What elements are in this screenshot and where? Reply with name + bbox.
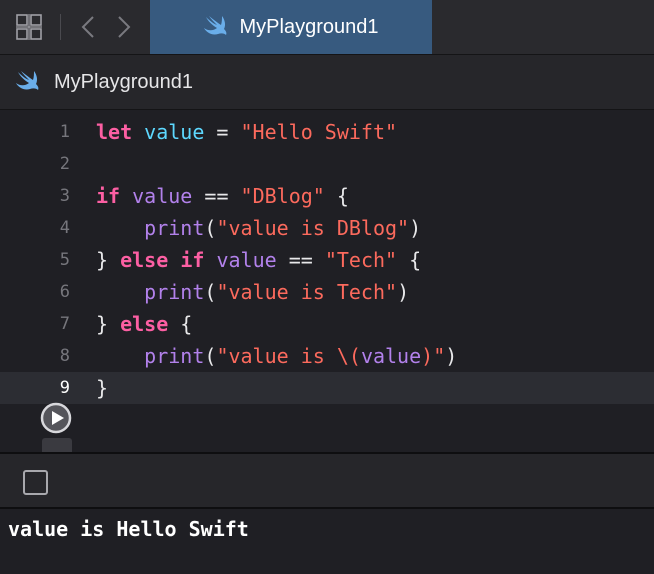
swift-icon xyxy=(16,69,42,96)
code-token: == xyxy=(276,248,325,272)
code-line[interactable]: 9} xyxy=(0,372,654,404)
code-token: "value is DBlog" xyxy=(216,216,410,240)
code-token: ( xyxy=(204,344,217,368)
code-token: "DBlog" xyxy=(240,184,325,208)
code-token: "Hello Swift" xyxy=(240,120,398,144)
code-token: ( xyxy=(204,280,217,304)
code-text: } else if value == "Tech" { xyxy=(96,244,421,276)
console-output: value is Hello Swift xyxy=(8,517,249,541)
code-token: "Tech" xyxy=(324,248,398,272)
code-text: } else { xyxy=(96,308,192,340)
code-token: value xyxy=(360,344,422,368)
line-number: 2 xyxy=(59,154,70,174)
code-line[interactable]: 8 print("value is \(value)") xyxy=(0,340,654,372)
code-token: value xyxy=(144,120,205,144)
code-token: let xyxy=(96,120,133,144)
code-token: ) xyxy=(397,280,410,304)
code-text: let value = "Hello Swift" xyxy=(96,116,397,148)
code-token: ) xyxy=(409,216,422,240)
debug-bar xyxy=(0,452,654,509)
code-token: } xyxy=(96,248,121,272)
breadcrumb: MyPlayground1 xyxy=(0,55,654,110)
code-token: )" xyxy=(421,344,446,368)
code-token: else xyxy=(120,248,169,272)
chevron-left-icon[interactable] xyxy=(78,14,98,40)
code-token: } xyxy=(96,376,109,400)
checkbox-icon[interactable] xyxy=(23,470,48,495)
code-token: print xyxy=(144,280,205,304)
code-line[interactable]: 6 print("value is Tech") xyxy=(0,276,654,308)
code-token: print xyxy=(144,216,205,240)
code-text: } xyxy=(96,372,108,404)
code-line[interactable]: 3 if value == "DBlog" { xyxy=(0,180,654,212)
code-token: == xyxy=(192,184,241,208)
code-token: if xyxy=(180,248,205,272)
code-token: if xyxy=(96,184,121,208)
grid-icon[interactable] xyxy=(16,14,42,40)
tab-bar: MyPlayground1 xyxy=(0,0,654,55)
code-token: } xyxy=(96,312,121,336)
code-text: print("value is \(value)") xyxy=(96,340,457,372)
code-line[interactable]: 1 let value = "Hello Swift" xyxy=(0,116,654,148)
swift-icon xyxy=(203,14,230,41)
code-token: { xyxy=(324,184,349,208)
line-number: 9 xyxy=(59,378,70,398)
code-line[interactable]: 7} else { xyxy=(0,308,654,340)
tab-title: MyPlayground1 xyxy=(239,15,379,38)
line-number: 6 xyxy=(59,282,70,302)
line-number: 4 xyxy=(59,218,70,238)
line-number: 1 xyxy=(59,122,70,142)
code-token: = xyxy=(204,120,241,144)
code-token: ) xyxy=(445,344,458,368)
code-line[interactable]: 2 xyxy=(0,148,654,180)
code-token: { xyxy=(397,248,422,272)
code-token: "value is Tech" xyxy=(216,280,398,304)
code-token: value xyxy=(132,184,193,208)
line-number: 5 xyxy=(59,250,70,270)
chevron-right-icon[interactable] xyxy=(114,14,134,40)
line-number: 7 xyxy=(59,314,70,334)
code-line[interactable]: 5} else if value == "Tech" { xyxy=(0,244,654,276)
code-editor[interactable]: 9} 8 print("value is \(value)") 7} else {6… xyxy=(0,110,654,452)
code-token: value xyxy=(216,248,277,272)
code-token: print xyxy=(144,344,205,368)
code-token: ( xyxy=(204,216,217,240)
gutter-resize-handle[interactable] xyxy=(42,438,72,452)
breadcrumb-file[interactable]: MyPlayground1 xyxy=(54,71,193,94)
console-area: value is Hello Swift xyxy=(0,509,654,574)
code-line[interactable]: 4 print("value is DBlog") xyxy=(0,212,654,244)
toolbar-divider xyxy=(60,14,61,40)
code-text: if value == "DBlog" { xyxy=(96,180,349,212)
code-text: print("value is Tech") xyxy=(96,276,409,308)
code-token: else xyxy=(120,312,169,336)
code-text: print("value is DBlog") xyxy=(96,212,421,244)
code-token: { xyxy=(168,312,193,336)
code-token: "value is \( xyxy=(216,344,361,368)
line-number: 8 xyxy=(59,346,70,366)
line-number: 3 xyxy=(59,186,70,206)
tab-myplayground1[interactable]: MyPlayground1 xyxy=(150,0,432,54)
play-icon[interactable] xyxy=(40,402,72,434)
